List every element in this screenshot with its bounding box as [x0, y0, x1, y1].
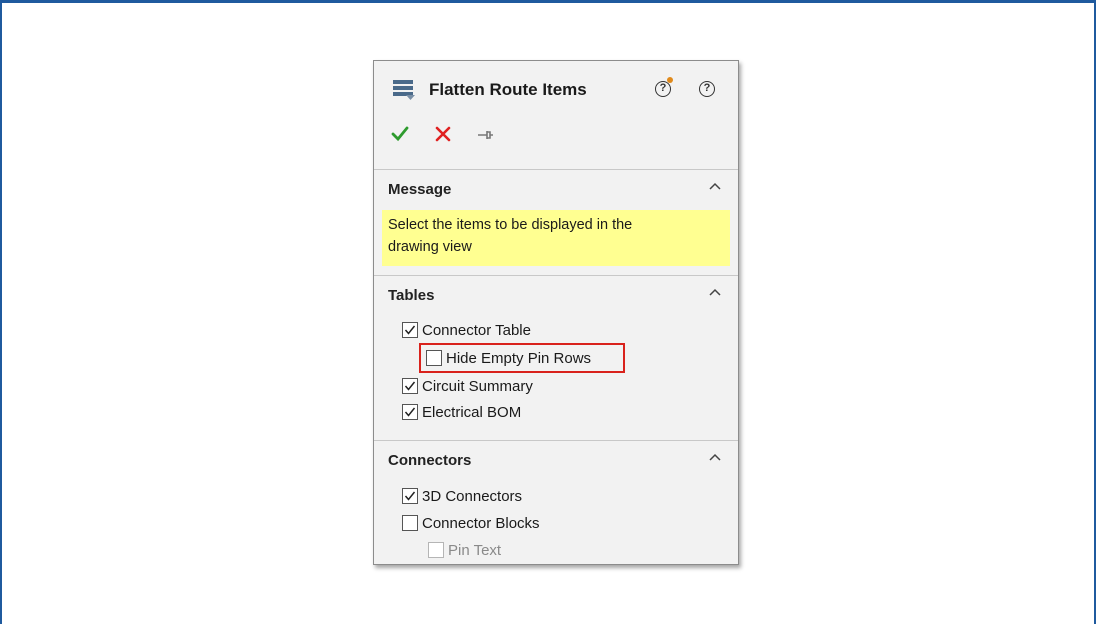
checkbox[interactable] [402, 404, 418, 420]
checkbox[interactable] [402, 488, 418, 504]
checkbox-electrical-bom[interactable]: Electrical BOM [402, 401, 521, 423]
check-mark-icon [404, 407, 416, 417]
checkbox-label: Circuit Summary [422, 377, 533, 395]
cancel-x-icon[interactable] [434, 125, 452, 143]
checkbox-label: Electrical BOM [422, 403, 522, 421]
checkbox[interactable] [402, 515, 418, 531]
check-mark-icon [404, 491, 416, 501]
message-text-line1: Select the items to be displayed in the [388, 217, 633, 233]
flatten-route-icon [393, 80, 415, 100]
checkbox-3d-connectors[interactable]: 3D Connectors [402, 485, 522, 507]
message-box: Select the items to be displayed in the … [382, 210, 730, 266]
pushpin-icon[interactable] [476, 126, 494, 144]
checkbox[interactable] [402, 378, 418, 394]
help-icon[interactable]: ? [699, 81, 715, 97]
checkbox[interactable] [402, 322, 418, 338]
checkbox-label: Connector Table [422, 321, 531, 339]
collapse-chevron-icon[interactable] [708, 180, 722, 194]
check-mark-icon [404, 325, 416, 335]
connectors-header: Connectors [388, 452, 472, 469]
spark-icon [667, 77, 673, 83]
checkbox-connector-blocks[interactable]: Connector Blocks [402, 512, 540, 534]
checkbox-pin-text: Pin Text [428, 539, 501, 561]
checkbox-label: Connector Blocks [422, 514, 540, 532]
message-header: Message [388, 181, 452, 198]
collapse-chevron-icon[interactable] [708, 286, 722, 300]
tables-header: Tables [388, 287, 435, 304]
checkbox-label: 3D Connectors [422, 487, 523, 505]
panel-header: Flatten Route Items ? ? [374, 61, 738, 169]
connectors-section: Connectors 3D Connectors Connector Block… [374, 440, 738, 565]
ok-check-icon[interactable] [390, 124, 410, 144]
collapse-chevron-icon[interactable] [708, 451, 722, 465]
message-section: Message Select the items to be displayed… [374, 169, 738, 276]
highlight-box [419, 343, 625, 373]
property-manager-panel: Flatten Route Items ? ? Message Select t… [373, 60, 739, 565]
panel-title: Flatten Route Items [429, 80, 587, 99]
checkbox-label: Pin Text [448, 541, 502, 559]
message-text-line2: drawing view [388, 239, 472, 255]
checkbox-circuit-summary[interactable]: Circuit Summary [402, 375, 533, 397]
checkbox-disabled [428, 542, 444, 558]
check-mark-icon [404, 381, 416, 391]
checkbox-connector-table[interactable]: Connector Table [402, 319, 531, 341]
